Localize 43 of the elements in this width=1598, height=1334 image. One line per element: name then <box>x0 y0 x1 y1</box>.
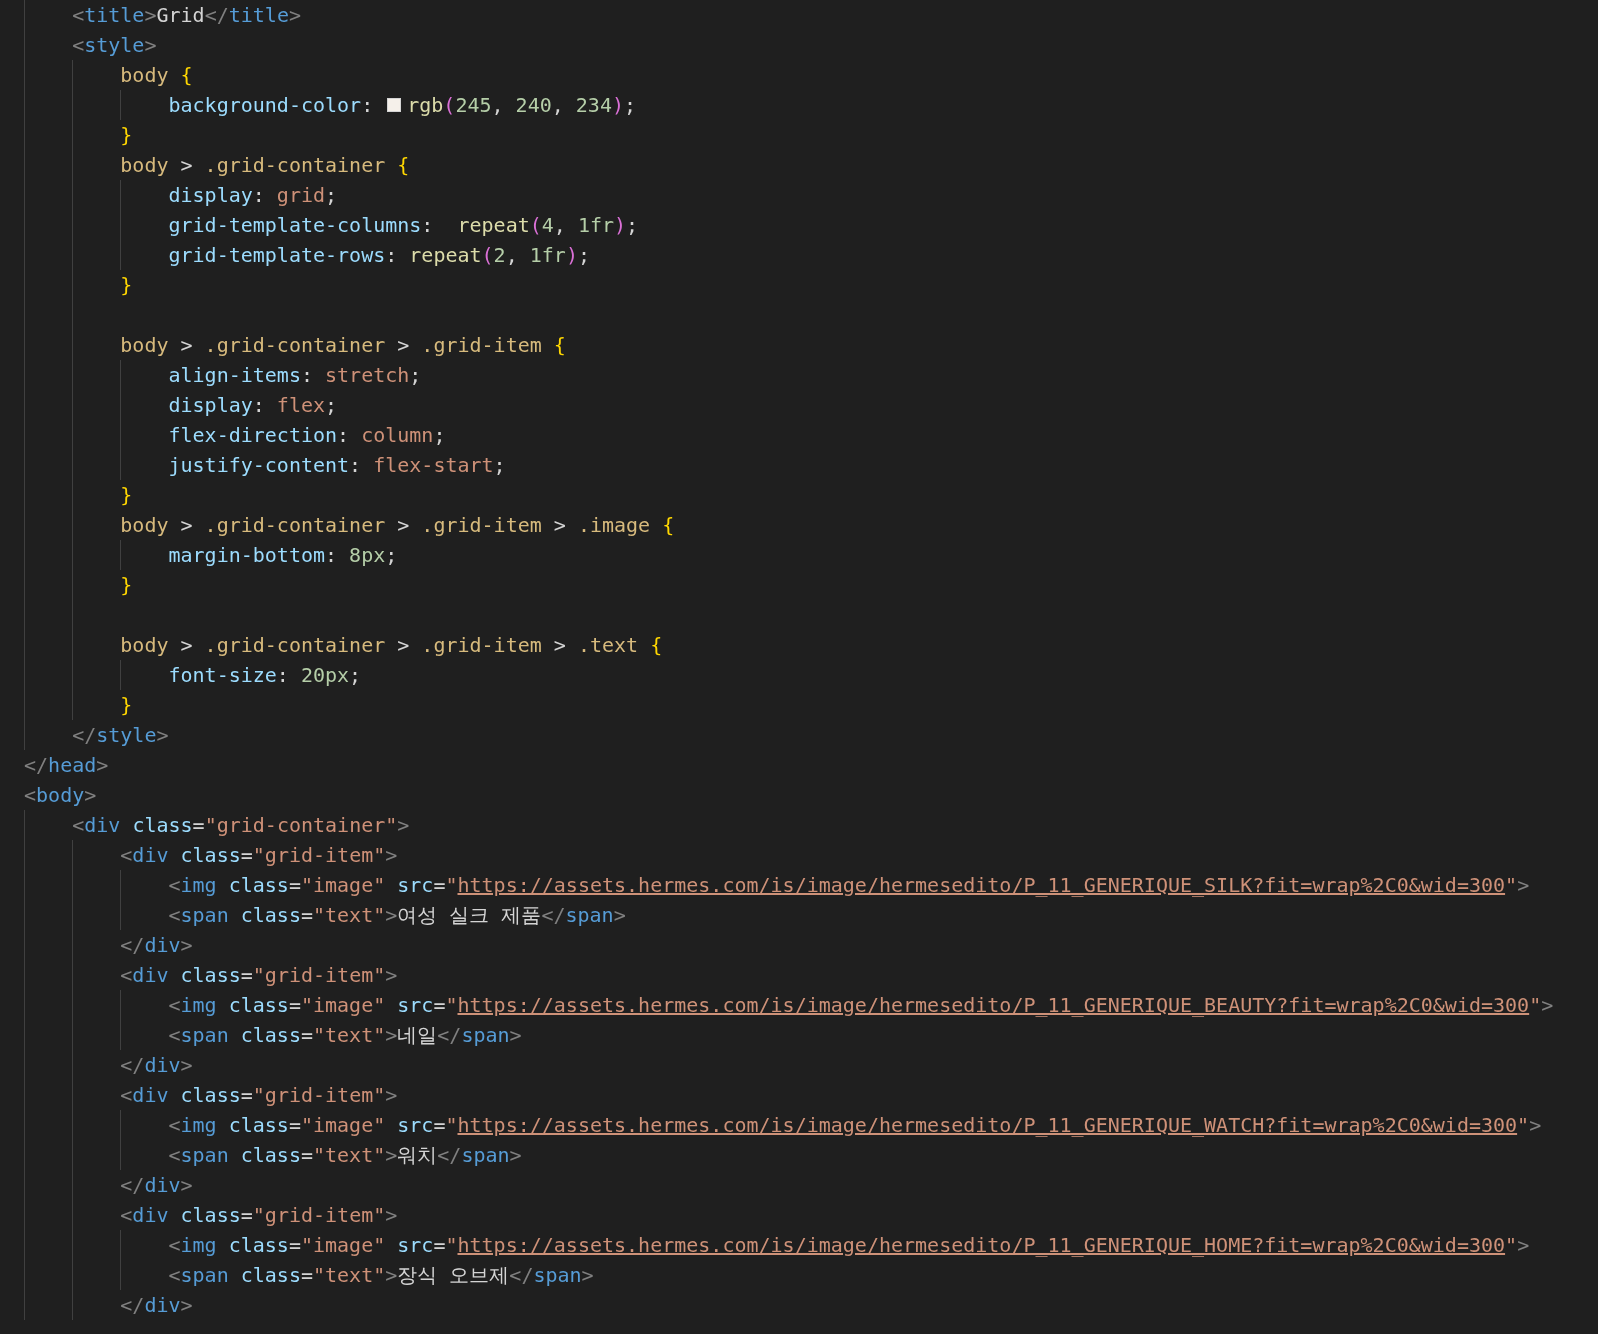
code-line: <span class="text">장식 오브제</span> <box>168 1262 594 1289</box>
code-line: grid-template-rows: repeat(2, 1fr); <box>168 242 590 269</box>
code-line: background-color: <box>168 92 375 119</box>
code-line: grid-template-columns: repeat(4, 1fr); <box>168 212 639 239</box>
code-line: <span class="text">워치</span> <box>168 1142 522 1169</box>
code-line: rgb(245, 240, 234); <box>407 92 637 119</box>
code-line: <img class="image" src="https://assets.hermes.com/is/image/hermesedito/P_11_GENERIQUE_HOME?fit=wrap%2C0&wid=300"> <box>168 1232 1530 1259</box>
code-line: <span class="text">여성 실크 제품</span> <box>168 902 626 929</box>
code-line: } <box>120 272 133 299</box>
code-line: </style> <box>72 722 169 749</box>
code-line: <div class="grid-item"> <box>120 962 398 989</box>
code-line: } <box>120 692 133 719</box>
code-line: </div> <box>120 932 193 959</box>
code-line: flex-direction: column; <box>168 422 446 449</box>
code-line: font-size: 20px; <box>168 662 362 689</box>
code-line: <span class="text">네일</span> <box>168 1022 522 1049</box>
code-line: <img class="image" src="https://assets.hermes.com/is/image/hermesedito/P_11_GENERIQUE_SILK?fit=wrap%2C0&wid=300"> <box>168 872 1530 899</box>
code-line: body > .grid-container > .grid-item { <box>120 332 566 359</box>
code-line: display: grid; <box>168 182 338 209</box>
code-line: <div class="grid-item"> <box>120 1082 398 1109</box>
code-line: <style> <box>72 32 157 59</box>
code-line: <div class="grid-item"> <box>120 1202 398 1229</box>
code-line: <div class="grid-item"> <box>120 842 398 869</box>
code-line: } <box>120 572 133 599</box>
code-line: </div> <box>120 1292 193 1319</box>
code-line: } <box>120 122 133 149</box>
code-line: <body> <box>24 782 97 809</box>
code-line: align-items: stretch; <box>168 362 422 389</box>
code-line: body { <box>120 62 193 89</box>
code-line: </div> <box>120 1052 193 1079</box>
code-line: <img class="image" src="https://assets.hermes.com/is/image/hermesedito/P_11_GENERIQUE_BEAUTY?fit=wrap%2C0&wid=300"> <box>168 992 1554 1019</box>
code-line: </head> <box>24 752 109 779</box>
code-line: <title>Grid</title> <box>72 2 301 29</box>
code-line: justify-content: flex-start; <box>168 452 506 479</box>
code-line: } <box>120 482 133 509</box>
code-line: body > .grid-container { <box>120 152 410 179</box>
code-line: body > .grid-container > .grid-item > .text { <box>120 632 663 659</box>
code-line: display: flex; <box>168 392 338 419</box>
code-line: margin-bottom: 8px; <box>168 542 398 569</box>
code-line: </div> <box>120 1172 193 1199</box>
code-line: <img class="image" src="https://assets.hermes.com/is/image/hermesedito/P_11_GENERIQUE_WATCH?fit=wrap%2C0&wid=300"> <box>168 1112 1542 1139</box>
code-line: <div class="grid-container"> <box>72 812 410 839</box>
code-line: body > .grid-container > .grid-item > .image { <box>120 512 675 539</box>
